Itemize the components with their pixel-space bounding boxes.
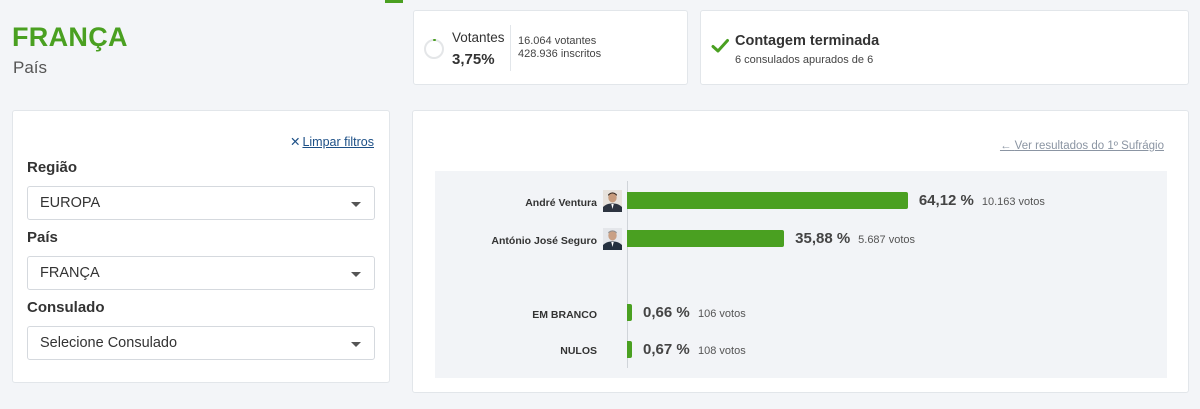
registered-count: 428.936 inscritos [518,48,602,60]
close-icon: ✕ [289,135,301,149]
country-label: País [27,229,58,246]
blank-votes-percentage: 0,66 % [643,304,690,321]
arrow-left-icon: ← [999,140,1012,152]
chevron-down-icon [351,342,361,347]
null-votes-label: NULOS [560,345,597,357]
first-round-results-label: Ver resultados do 1º Sufrágio [1014,140,1164,152]
null-votes-percentage: 0,67 % [643,341,690,358]
voters-card: Votantes 3,75% 16.064 votantes 428.936 i… [413,10,688,85]
null-votes-count: 108 votos [698,345,746,357]
clear-filters-link[interactable]: ✕ Limpar filtros [290,134,374,149]
region-select[interactable]: EUROPA [27,186,375,220]
turnout-ring-icon [424,39,444,59]
counting-status-subtitle: 6 consulados apurados de 6 [735,54,874,66]
country-select-value: FRANÇA [40,265,100,281]
results-panel: ← Ver resultados do 1º Sufrágio André Ve… [412,110,1189,393]
voters-percentage: 3,75% [452,51,495,68]
first-round-results-link[interactable]: ← Ver resultados do 1º Sufrágio [1000,140,1164,152]
region-select-value: EUROPA [40,195,101,211]
divider [510,25,511,71]
candidate-bar [627,192,908,209]
candidate-votes: 10.163 votos [981,196,1045,208]
candidate-name: André Ventura [525,197,597,209]
candidate-votes: 5.687 votos [858,234,916,246]
voters-count: 16.064 votantes [518,35,597,47]
results-chart: André Ventura 64,12 % 10.163 votos Antón… [435,171,1167,378]
page-subtitle: País [13,58,48,77]
page-title: FRANÇA [12,22,128,52]
null-votes-bar [627,341,632,358]
counting-status-title: Contagem terminada [735,33,880,49]
consulate-select-value: Selecione Consulado [40,335,178,351]
candidate-percentage: 64,12 % [918,192,974,209]
candidate-avatar [603,228,622,250]
chart-axis [627,181,628,368]
chevron-down-icon [351,272,361,277]
consulate-label: Consulado [27,299,105,316]
chevron-down-icon [351,202,361,207]
blank-votes-label: EM BRANCO [532,309,597,321]
voters-label: Votantes [452,30,505,45]
candidate-avatar [603,190,622,212]
counting-status-card: Contagem terminada 6 consulados apurados… [700,10,1189,85]
blank-votes-count: 106 votos [698,308,746,320]
check-icon [711,39,729,53]
clear-filters-label: Limpar filtros [302,135,374,149]
blank-votes-bar [627,304,632,321]
consulate-select[interactable]: Selecione Consulado [27,326,375,360]
country-select[interactable]: FRANÇA [27,256,375,290]
region-label: Região [27,159,78,176]
candidate-bar [627,230,785,247]
tab-indicator [385,0,403,3]
filters-panel: ✕ Limpar filtros Região EUROPA País FRANÇ… [12,110,390,383]
candidate-percentage: 35,88 % [795,230,851,247]
candidate-name: António José Seguro [491,235,597,247]
